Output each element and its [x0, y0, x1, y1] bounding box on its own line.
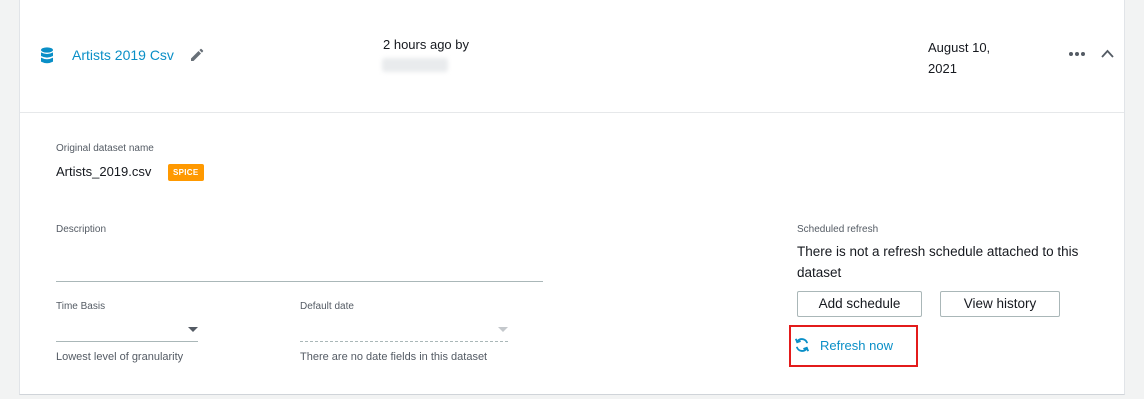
default-date-help: There are no date fields in this dataset — [300, 351, 488, 363]
description-label: Description — [56, 224, 107, 235]
edit-pencil-icon[interactable] — [190, 48, 204, 62]
original-dataset-name: Artists_2019.csv — [56, 164, 152, 179]
schedule-status-text: There is not a refresh schedule attached… — [797, 244, 1079, 280]
caret-down-icon — [498, 327, 508, 332]
time-basis-select[interactable] — [56, 318, 198, 340]
original-dataset-label: Original dataset name — [56, 143, 154, 154]
default-date-select — [300, 318, 508, 340]
redacted-username — [382, 58, 448, 72]
caret-down-icon — [188, 327, 198, 332]
view-history-button[interactable]: View history — [940, 291, 1060, 317]
created-date: August 10, 2021 — [928, 40, 991, 76]
time-basis-underline — [56, 341, 198, 342]
dataset-name-link[interactable]: Artists 2019 Csv — [72, 47, 174, 63]
add-schedule-button[interactable]: Add schedule — [797, 291, 922, 317]
chevron-up-icon[interactable] — [1101, 49, 1114, 58]
time-basis-help: Lowest level of granularity — [56, 351, 184, 363]
scheduled-refresh-label: Scheduled refresh — [797, 224, 879, 235]
default-date-underline — [300, 341, 508, 342]
dataset-header: Artists 2019 Csv 2 hours ago by August 1… — [20, 0, 1124, 113]
dataset-card: Artists 2019 Csv 2 hours ago by August 1… — [19, 0, 1125, 395]
more-options-icon[interactable] — [1068, 51, 1086, 57]
database-icon — [41, 47, 53, 64]
default-date-label: Default date — [300, 301, 354, 312]
refresh-icon — [794, 338, 810, 352]
description-input[interactable] — [56, 281, 543, 282]
time-basis-label: Time Basis — [56, 301, 106, 312]
refresh-now-label: Refresh now — [820, 338, 893, 353]
spice-badge: SPICE — [168, 164, 204, 181]
last-updated-text: 2 hours ago by — [383, 37, 470, 52]
